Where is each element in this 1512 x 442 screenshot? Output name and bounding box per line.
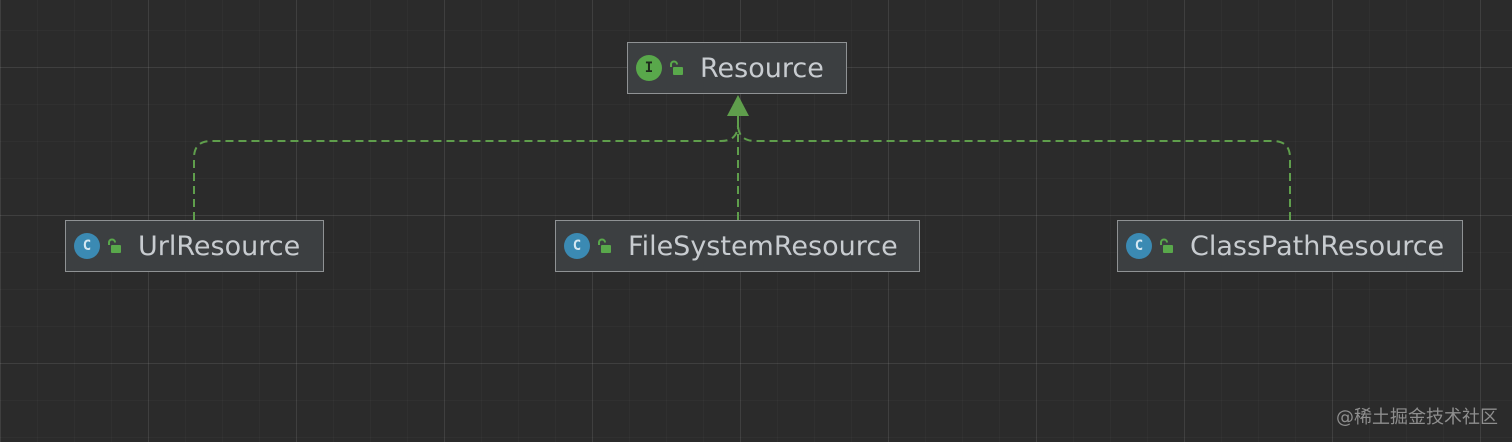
node-name: Resource [700,52,824,84]
edge-urlresource-to-resource [193,116,739,220]
class-icon: C [564,233,590,259]
interface-icon: I [636,55,662,81]
unlock-icon [1160,238,1173,253]
class-icon: C [74,233,100,259]
node-filesystemresource[interactable]: C FileSystemResource [555,220,920,272]
implements-arrowhead [727,95,749,116]
diagram-canvas[interactable]: I Resource C UrlResource C FileSystemRes… [0,0,1512,442]
watermark: @稀土掘金技术社区 [1336,407,1498,428]
node-name: FileSystemResource [628,230,898,262]
node-name: UrlResource [138,230,301,262]
unlock-icon [108,238,121,253]
edge-classpathresource-to-resource [737,116,1291,220]
class-icon: C [1126,233,1152,259]
node-classpathresource[interactable]: C ClassPathResource [1117,220,1463,272]
node-name: ClassPathResource [1190,230,1445,262]
node-resource[interactable]: I Resource [627,42,847,94]
node-urlresource[interactable]: C UrlResource [65,220,324,272]
unlock-icon [670,60,683,75]
unlock-icon [598,238,611,253]
